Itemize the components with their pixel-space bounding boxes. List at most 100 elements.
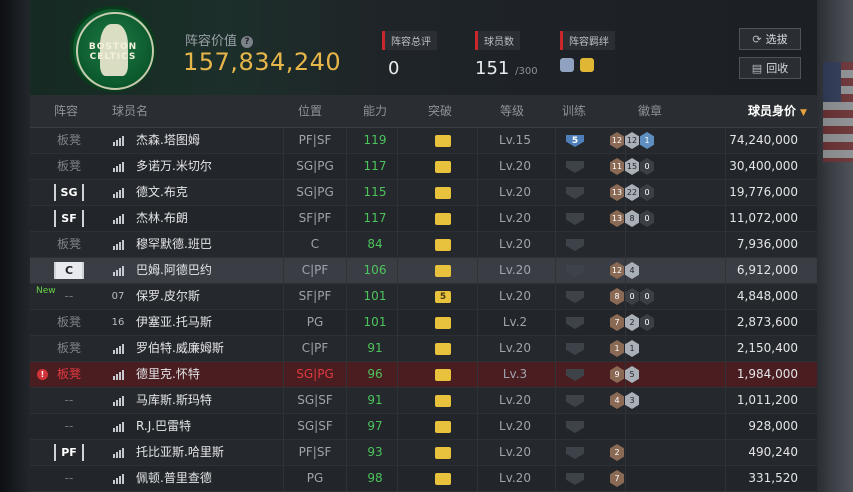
badge-hex-icon[interactable]: 9 [610, 366, 624, 383]
crown-icon[interactable] [435, 317, 451, 329]
badge-hex-icon[interactable]: 0 [640, 314, 654, 331]
player-name[interactable]: 多诺万.米切尔 [136, 154, 212, 179]
training-shield-icon[interactable] [566, 239, 584, 251]
lineup-position-badge[interactable]: SF [54, 210, 84, 227]
table-row[interactable]: -- 马库斯.斯玛特 SG|SF 91 Lv.20 4 3 1,011,200 [30, 388, 817, 414]
badge-hex-icon[interactable]: 12 [625, 132, 639, 149]
player-name[interactable]: 巴姆.阿德巴约 [136, 258, 212, 283]
training-shield-icon[interactable] [566, 395, 584, 407]
badge-hex-icon[interactable]: 8 [625, 210, 639, 227]
crown-icon[interactable] [435, 447, 451, 459]
recycle-button[interactable]: ▤ 回收 [739, 57, 801, 79]
training-shield-icon[interactable] [566, 265, 584, 277]
player-name[interactable]: 马库斯.斯玛特 [136, 388, 212, 413]
table-row[interactable]: SF 杰林.布朗 SF|PF 117 Lv.20 13 8 0 11,072,000 [30, 206, 817, 232]
player-name[interactable]: 托比亚斯.哈里斯 [136, 440, 224, 465]
badge-hex-icon[interactable]: 0 [640, 288, 654, 305]
table-row[interactable]: -- 佩顿.普里查德 PG 98 Lv.20 7 331,520 [30, 466, 817, 492]
badge-hex-icon[interactable]: 5 [625, 366, 639, 383]
player-name[interactable]: 罗伯特.威廉姆斯 [136, 336, 224, 361]
player-name[interactable]: 伊塞亚.托马斯 [136, 310, 212, 335]
lineup-position-badge[interactable]: C [54, 262, 84, 279]
select-button[interactable]: ⟳ 选拔 [739, 28, 801, 50]
lineup-position-badge[interactable]: SG [54, 184, 84, 201]
crown-icon[interactable] [435, 213, 451, 225]
badge-hex-icon[interactable]: 4 [625, 262, 639, 279]
col-lineup[interactable]: 阵容 [54, 95, 78, 127]
badge-hex-icon[interactable]: 1 [610, 340, 624, 357]
player-name[interactable]: R.J.巴雷特 [136, 414, 191, 439]
table-row[interactable]: SG 德文.布克 SG|PG 115 Lv.20 13 22 0 19,776,000 [30, 180, 817, 206]
crown-icon[interactable] [435, 239, 451, 251]
col-badges[interactable]: 徽章 [638, 95, 662, 127]
badge-hex-icon[interactable]: 3 [625, 392, 639, 409]
player-name[interactable]: 德文.布克 [136, 180, 188, 205]
training-shield-icon[interactable] [566, 317, 584, 329]
badge-hex-icon[interactable]: 13 [610, 210, 624, 227]
col-position[interactable]: 位置 [298, 95, 322, 127]
badge-hex-icon[interactable]: 7 [610, 470, 624, 487]
table-row[interactable]: 板凳 多诺万.米切尔 SG|PG 117 Lv.20 11 15 0 30,400,000 [30, 154, 817, 180]
crown-icon[interactable] [435, 187, 451, 199]
badge-hex-icon[interactable]: 2 [610, 444, 624, 461]
crown-icon[interactable] [435, 421, 451, 433]
badge-hex-icon[interactable]: 11 [610, 158, 624, 175]
help-icon[interactable]: ? [241, 36, 254, 48]
training-shield-icon[interactable] [566, 343, 584, 355]
crown-icon[interactable]: 5 [435, 291, 451, 303]
training-shield-icon[interactable]: 5 [566, 135, 584, 147]
col-breakthrough[interactable]: 突破 [428, 95, 452, 127]
table-row[interactable]: -- R.J.巴雷特 SG|SF 97 Lv.20 928,000 [30, 414, 817, 440]
lineup-position-badge[interactable]: PF [54, 444, 84, 461]
table-row[interactable]: New -- 07 保罗.皮尔斯 SF|PF 101 5 Lv.20 8 0 0 4,848,000 [30, 284, 817, 310]
player-name[interactable]: 保罗.皮尔斯 [136, 284, 200, 309]
table-row[interactable]: 板凳 穆罕默德.班巴 C 84 Lv.20 7,936,000 [30, 232, 817, 258]
player-name[interactable]: 佩顿.普里查德 [136, 466, 212, 491]
training-shield-icon[interactable] [566, 473, 584, 485]
col-name[interactable]: 球员名 [112, 95, 148, 127]
table-row[interactable]: 板凳 杰森.塔图姆 PF|SF 119 Lv.15 5 12 12 1 74,240,000 [30, 128, 817, 154]
badge-hex-icon[interactable]: 0 [640, 210, 654, 227]
table-row[interactable]: PF 托比亚斯.哈里斯 PF|SF 93 Lv.20 2 490,240 [30, 440, 817, 466]
training-shield-icon[interactable] [566, 421, 584, 433]
badge-hex-icon[interactable]: 4 [610, 392, 624, 409]
col-price[interactable]: 球员身价 ▼ [748, 95, 807, 127]
table-row[interactable]: 板凳 16 伊塞亚.托马斯 PG 101 Lv.2 7 2 0 2,873,600 [30, 310, 817, 336]
crown-icon[interactable] [435, 343, 451, 355]
crown-icon[interactable] [435, 161, 451, 173]
player-name[interactable]: 杰森.塔图姆 [136, 128, 200, 153]
player-name[interactable]: 德里克.怀特 [136, 362, 200, 387]
badge-hex-icon[interactable]: 12 [610, 132, 624, 149]
badge-hex-icon[interactable]: 1 [625, 340, 639, 357]
badge-hex-icon[interactable]: 12 [610, 262, 624, 279]
badge-hex-icon[interactable]: 8 [610, 288, 624, 305]
training-shield-icon[interactable] [566, 213, 584, 225]
crown-icon[interactable] [435, 265, 451, 277]
training-shield-icon[interactable] [566, 369, 584, 381]
badge-hex-icon[interactable]: 22 [625, 184, 639, 201]
badge-hex-icon[interactable]: 2 [625, 314, 639, 331]
badge-hex-icon[interactable]: 7 [610, 314, 624, 331]
crown-icon[interactable] [435, 369, 451, 381]
training-shield-icon[interactable] [566, 187, 584, 199]
col-ability[interactable]: 能力 [363, 95, 387, 127]
table-row[interactable]: ! 板凳 德里克.怀特 SG|PG 96 Lv.3 9 5 1,984,000 [30, 362, 817, 388]
badge-hex-icon[interactable]: 0 [640, 158, 654, 175]
crown-icon[interactable] [435, 135, 451, 147]
badge-hex-icon[interactable]: 0 [625, 288, 639, 305]
training-shield-icon[interactable] [566, 161, 584, 173]
col-training[interactable]: 训练 [562, 95, 586, 127]
badge-hex-icon[interactable]: 15 [625, 158, 639, 175]
training-shield-icon[interactable] [566, 447, 584, 459]
table-row[interactable]: C 巴姆.阿德巴约 C|PF 106 Lv.20 12 4 6,912,000 [30, 258, 817, 284]
badge-hex-icon[interactable]: 1 [640, 132, 654, 149]
synergy-icon-1[interactable] [560, 58, 574, 72]
badge-hex-icon[interactable]: 0 [640, 184, 654, 201]
col-level[interactable]: 等级 [500, 95, 524, 127]
table-row[interactable]: 板凳 罗伯特.威廉姆斯 C|PF 91 Lv.20 1 1 2,150,400 [30, 336, 817, 362]
player-name[interactable]: 杰林.布朗 [136, 206, 188, 231]
crown-icon[interactable] [435, 473, 451, 485]
badge-hex-icon[interactable]: 13 [610, 184, 624, 201]
synergy-icon-2[interactable] [580, 58, 594, 72]
training-shield-icon[interactable] [566, 291, 584, 303]
